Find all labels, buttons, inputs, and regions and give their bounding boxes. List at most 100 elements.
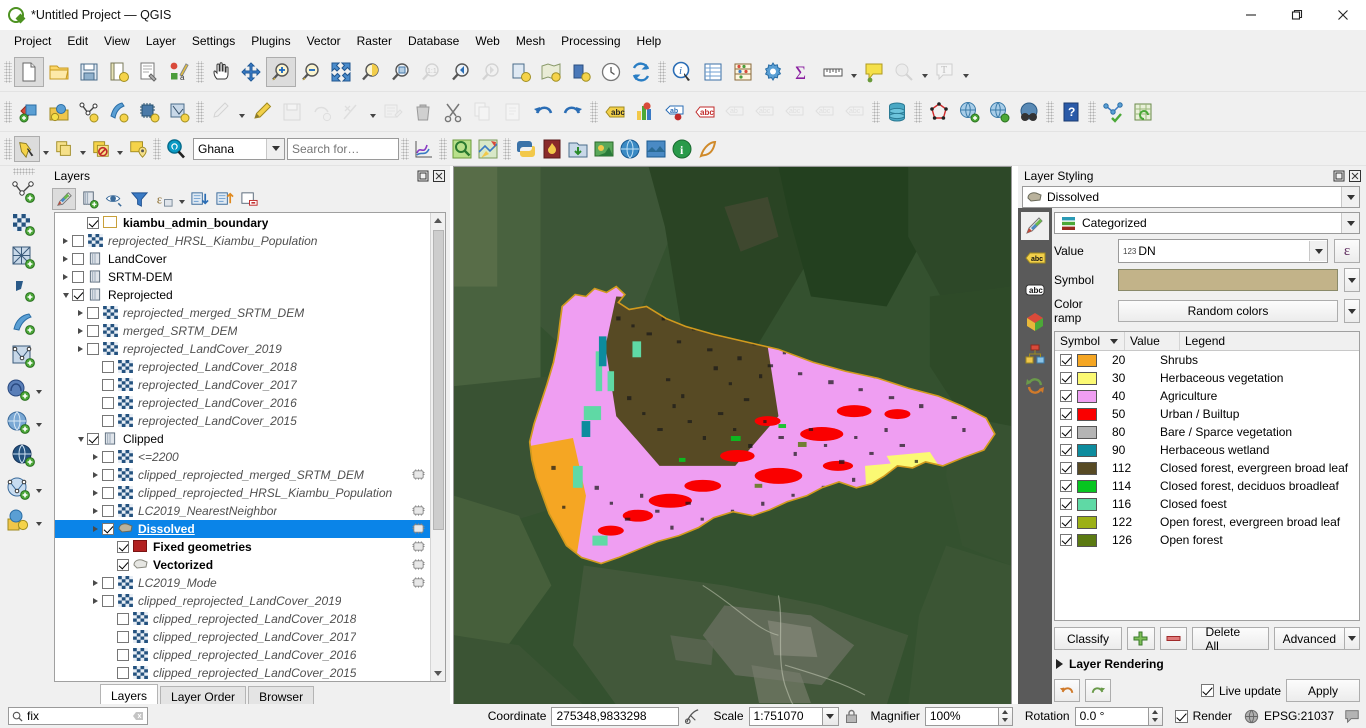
refresh-table-icon[interactable] (1128, 97, 1158, 127)
menu-project[interactable]: Project (6, 31, 59, 51)
messages-group[interactable] (1344, 708, 1360, 724)
new-shapefile-icon[interactable] (164, 97, 194, 127)
add-category-icon[interactable] (1127, 627, 1155, 650)
current-edits-caret[interactable] (236, 98, 247, 126)
clear-icon[interactable] (132, 710, 144, 722)
add-layer-icon[interactable] (14, 97, 44, 127)
copy-features-icon[interactable] (468, 97, 498, 127)
show-bookmarks-icon[interactable] (889, 57, 919, 87)
add-vector-tile-layer-icon[interactable] (9, 342, 39, 372)
category-row[interactable]: 114 Closed forest, deciduos broadleaf (1055, 477, 1359, 495)
redo-icon[interactable] (1085, 679, 1111, 702)
menu-vector[interactable]: Vector (299, 31, 349, 51)
layer-tree-item[interactable]: clipped_reprojected_LandCover_2017 (55, 628, 430, 646)
magnifier-value[interactable]: 100% (924, 706, 999, 726)
open-attribute-table-icon[interactable] (698, 57, 728, 87)
column-header-value[interactable]: Value (1125, 332, 1180, 350)
layers-tree[interactable]: kiambu_admin_boundary reprojected_HRSL_Ki… (55, 213, 430, 681)
layer-tree-item[interactable]: SRTM-DEM (55, 268, 430, 286)
virtual-layer-dropdown-caret[interactable] (34, 510, 44, 538)
add-delimited-text-layer-icon[interactable] (9, 276, 39, 306)
georeferencer-icon[interactable] (1098, 97, 1128, 127)
show-hidden-labels-icon[interactable]: abc (690, 97, 720, 127)
new-map-view-icon[interactable] (536, 57, 566, 87)
category-row[interactable]: 126 Open forest (1055, 531, 1359, 549)
layer-visibility-checkbox[interactable] (102, 487, 114, 499)
bookmarks-dropdown-caret[interactable] (919, 58, 930, 86)
sort-descending-icon[interactable] (1110, 339, 1118, 344)
diagram-icon[interactable] (630, 97, 660, 127)
cut-features-icon[interactable] (438, 97, 468, 127)
postgis-dropdown-caret[interactable] (34, 378, 44, 406)
category-checkbox[interactable] (1060, 480, 1072, 492)
layer-visibility-checkbox[interactable] (72, 253, 84, 265)
layer-visibility-checkbox[interactable] (102, 505, 114, 517)
layer-tree-item[interactable]: merged_SRTM_DEM (55, 322, 430, 340)
layer-visibility-checkbox[interactable] (87, 433, 99, 445)
layer-edit-badge-icon[interactable] (411, 540, 426, 553)
layer-visibility-checkbox[interactable] (102, 577, 114, 589)
zoom-to-selection-icon[interactable] (356, 57, 386, 87)
toolbar-grip[interactable] (4, 137, 12, 160)
collapse-all-icon[interactable] (212, 188, 236, 210)
annotation-dropdown-caret[interactable] (960, 58, 971, 86)
layer-visibility-checkbox[interactable] (117, 559, 129, 571)
redo-icon[interactable] (558, 97, 588, 127)
label-icon[interactable]: abc (600, 97, 630, 127)
close-panel-icon[interactable] (1348, 169, 1362, 183)
column-header-legend[interactable]: Legend (1180, 332, 1359, 350)
expand-triangle-icon[interactable] (59, 232, 72, 250)
category-row[interactable]: 20 Shrubs (1055, 351, 1359, 369)
chevron-down-icon[interactable] (1341, 187, 1359, 207)
search-for-field[interactable] (292, 141, 398, 156)
colorramp-select[interactable]: Random colors (1118, 300, 1338, 322)
category-checkbox[interactable] (1060, 444, 1072, 456)
tab-browser[interactable]: Browser (248, 686, 315, 706)
layer-visibility-checkbox[interactable] (87, 325, 99, 337)
category-checkbox[interactable] (1060, 390, 1072, 402)
refresh-icon[interactable] (626, 57, 656, 87)
scrollbar-thumb[interactable] (432, 230, 444, 530)
toolbar-grip[interactable] (914, 100, 922, 123)
layer-tree-item[interactable]: LandCover (55, 250, 430, 268)
move-label-icon[interactable]: abc (750, 97, 780, 127)
toolbar-grip[interactable] (401, 137, 409, 160)
tab-layers[interactable]: Layers (100, 684, 159, 706)
modify-attributes-caret[interactable] (367, 98, 378, 126)
zoom-to-layer-icon[interactable] (386, 57, 416, 87)
value-field-select[interactable]: 123 DN (1118, 239, 1328, 263)
menu-processing[interactable]: Processing (553, 31, 628, 51)
qgis-browser-icon[interactable] (1014, 97, 1044, 127)
fire-plugin-icon[interactable] (539, 136, 565, 162)
layer-tree-item[interactable]: reprojected_LandCover_2016 (55, 394, 430, 412)
identify-history-icon[interactable] (596, 57, 626, 87)
layer-tree-item[interactable]: reprojected_HRSL_Kiambu_Population (55, 232, 430, 250)
layer-select[interactable]: Dissolved (1022, 186, 1360, 208)
layer-visibility-checkbox[interactable] (87, 217, 99, 229)
deselect-icon[interactable] (51, 136, 77, 162)
category-color-swatch[interactable] (1077, 389, 1097, 403)
tab-layer-order[interactable]: Layer Order (160, 686, 247, 706)
cube-3d-icon[interactable] (1021, 308, 1049, 336)
browser-panel-icon[interactable] (44, 97, 74, 127)
select-all-dropdown-caret[interactable] (114, 135, 125, 163)
lizmap-icon[interactable] (695, 136, 721, 162)
rotate-label-icon[interactable]: abc (780, 97, 810, 127)
layer-tree-item[interactable]: Reprojected (55, 286, 430, 304)
delete-all-button[interactable]: Delete All (1192, 625, 1269, 653)
add-postgis-layer-icon[interactable] (4, 375, 34, 405)
messages-icon[interactable] (1344, 708, 1360, 724)
toolbar-grip[interactable] (4, 100, 12, 123)
layer-visibility-checkbox[interactable] (102, 469, 114, 481)
database-manager-icon[interactable] (882, 97, 912, 127)
locator-search-box[interactable] (8, 707, 148, 725)
toolbar-grip[interactable] (439, 137, 447, 160)
metasearch-icon[interactable] (984, 97, 1014, 127)
layer-tree-item[interactable]: LC2019_Mode (55, 574, 430, 592)
layer-visibility-checkbox[interactable] (72, 271, 84, 283)
expand-all-icon[interactable] (187, 188, 211, 210)
identify-features-icon[interactable]: i (668, 57, 698, 87)
menu-plugins[interactable]: Plugins (243, 31, 298, 51)
rotation-value[interactable]: 0.0 ° (1074, 706, 1149, 726)
coordinate-value[interactable]: 275348,9833298 (551, 706, 680, 726)
